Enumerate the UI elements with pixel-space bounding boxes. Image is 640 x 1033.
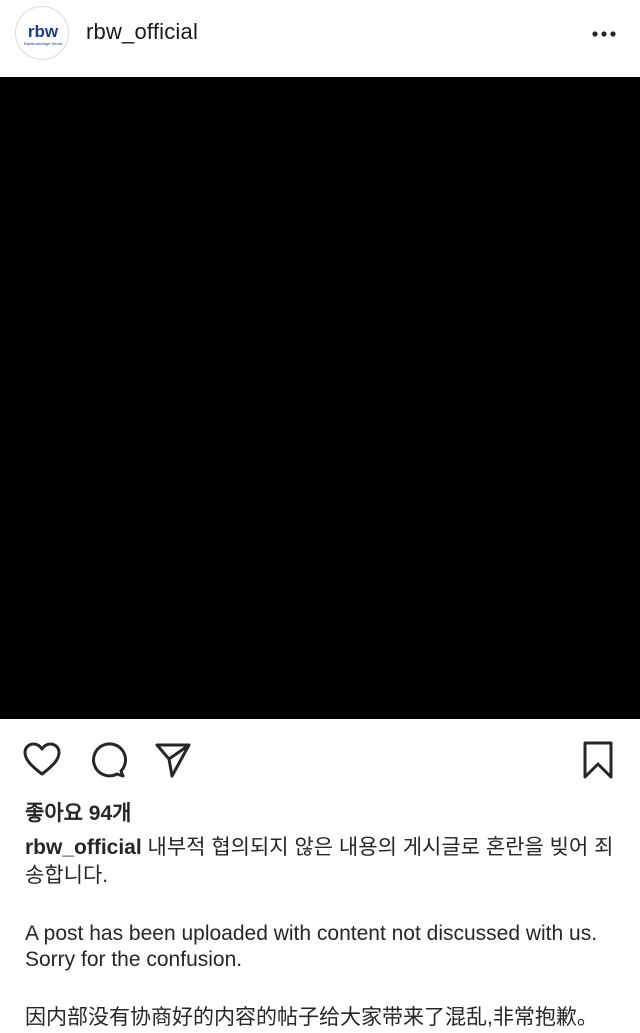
post-header: rbw Rainbowbridge World rbw_official	[0, 0, 640, 77]
post-username[interactable]: rbw_official	[86, 19, 198, 45]
caption: rbw_official 내부적 협의되지 않은 내용의 게시글로 혼란을 빚어…	[25, 834, 620, 890]
avatar[interactable]: rbw Rainbowbridge World	[15, 6, 69, 60]
likes-count[interactable]: 좋아요 94개	[25, 797, 131, 827]
caption-username[interactable]: rbw_official	[25, 836, 142, 859]
send-icon[interactable]	[153, 740, 193, 780]
heart-icon[interactable]	[22, 740, 62, 780]
caption-text-en: A post has been uploaded with content no…	[25, 922, 598, 971]
bookmark-icon[interactable]	[578, 740, 618, 780]
avatar-logo-subtext: Rainbowbridge World	[24, 41, 62, 46]
comment-icon[interactable]	[88, 740, 128, 780]
caption-text-zh: 因内部没有协商好的内容的帖子给大家带来了混乱,非常抱歉。	[25, 1006, 598, 1029]
avatar-logo: rbw	[28, 22, 59, 41]
post-image[interactable]	[0, 77, 640, 719]
more-options-icon[interactable]	[590, 22, 618, 46]
post-actions	[0, 730, 640, 790]
